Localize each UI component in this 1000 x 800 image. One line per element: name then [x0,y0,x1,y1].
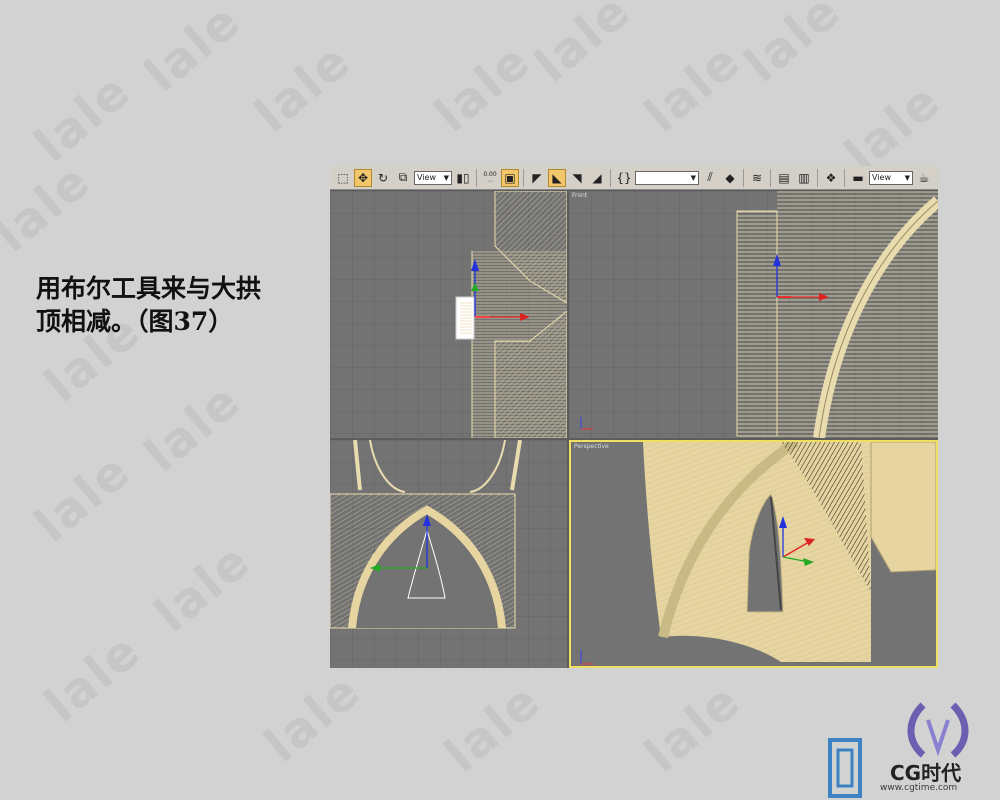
main-toolbar: ⬚ ✥ ↻ ⧉ View ▼ ▮▯ 0.00 ⋯ ▣ ◤ ◣ ◥ ◢ {} ▼ ⫽ … [330,166,938,190]
caption: 用布尔工具来与大拱 顶相减。（图37） [36,272,306,338]
angle-snap-icon[interactable]: ◣ [548,168,566,187]
viewport-top-canvas [330,191,567,438]
select-icon[interactable]: ⬚ [334,169,352,187]
watermark-text: lale [0,152,102,264]
toolbar-divider [743,168,744,187]
toolbar-divider [817,168,818,187]
toolbar-divider [476,168,477,187]
snap-dots-icon: ⋯ [487,177,493,185]
viewport-left[interactable] [330,440,567,668]
quick-render-icon[interactable]: ☕ [915,169,933,187]
watermark-text: lale [24,62,142,174]
named-selection-select[interactable]: ▼ [635,170,699,185]
toolbar-divider [523,168,524,187]
spinner-snap-icon[interactable]: ◢ [588,169,606,187]
curve-editor-icon[interactable]: ▤ [775,169,793,187]
magnet-snap-icon[interactable]: ◤ [528,169,546,187]
viewport-front[interactable]: Front [569,191,938,438]
caption-line-1: 用布尔工具来与大拱 [36,274,262,303]
select-and-link-icon[interactable]: ▣ [501,168,519,187]
chevron-down-icon: ▼ [904,173,910,182]
watermark-text: lale [24,442,142,554]
material-editor-icon[interactable]: ❖ [822,169,840,187]
viewport-front-canvas [569,191,938,438]
viewport-front-label[interactable]: Front [572,192,587,199]
watermark-text: lale [134,0,252,104]
render-setup-icon[interactable]: ▬ [849,169,867,187]
move-icon[interactable]: ✥ [354,168,372,187]
viewport-perspective-label[interactable]: Perspective [574,443,609,450]
toolbar-divider [844,168,845,187]
watermark-text: lale [254,662,372,774]
viewport-left-canvas [330,440,567,668]
render-view-value: View [872,173,891,182]
watermark-text: lale [524,0,642,94]
toolbar-divider [610,168,611,187]
rotate-icon[interactable]: ↻ [374,169,392,187]
logo-brand: CG时代 [890,761,962,785]
snap-value-button[interactable]: 0.00 ⋯ [481,169,499,187]
caption-line-2: 顶相减。（图37） [36,307,234,336]
align-icon[interactable]: ◆ [721,169,739,187]
chevron-down-icon: ▼ [443,173,449,182]
chevron-down-icon: ▼ [690,173,696,182]
watermark-text: lale [34,622,152,734]
toolbar-divider [770,168,771,187]
viewport-perspective[interactable]: Perspective [569,440,938,668]
mirror-icon[interactable]: ⫽ [701,169,719,187]
viewport-perspective-canvas [571,442,936,666]
watermark-text: lale [434,672,552,784]
watermark-text: lale [634,672,752,784]
reference-coord-select[interactable]: View ▼ [414,170,452,185]
render-view-select[interactable]: View ▼ [869,170,913,185]
layers-icon[interactable]: ≋ [748,169,766,187]
watermark-text: lale [244,32,362,144]
watermark-text: lale [144,532,262,644]
percent-snap-icon[interactable]: ◥ [568,169,586,187]
named-selection-icon[interactable]: {} [615,169,633,187]
watermark-text: lale [134,372,252,484]
schematic-view-icon[interactable]: ▥ [795,169,813,187]
watermark-text: lale [734,0,852,94]
max-screenshot: ⬚ ✥ ↻ ⧉ View ▼ ▮▯ 0.00 ⋯ ▣ ◤ ◣ ◥ ◢ {} ▼ ⫽ … [330,166,938,668]
logo-url: www.cgtime.com [880,783,958,793]
reference-coord-value: View [417,173,436,182]
scale-icon[interactable]: ⧉ [394,169,412,187]
snap-value: 0.00 [483,170,497,178]
pivot-icon[interactable]: ▮▯ [454,169,472,187]
viewport-top[interactable] [330,191,567,438]
